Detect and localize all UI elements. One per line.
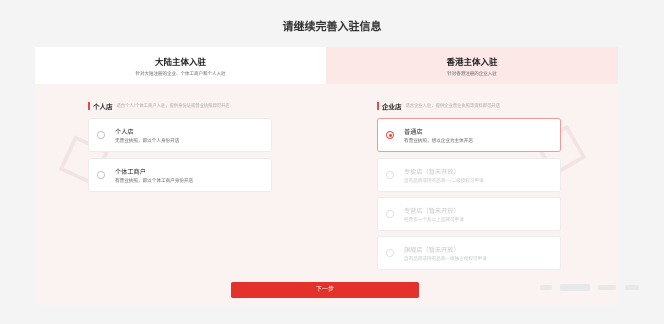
option-name: 普通店	[404, 129, 423, 136]
next-button[interactable]: 下一步	[231, 282, 419, 298]
option-name: 个人店	[115, 129, 134, 136]
page-title: 请继续完善入驻信息	[282, 20, 382, 33]
blur-block	[540, 285, 552, 290]
tab-mainland-subtitle: 针对大陆注册的企业、个体工商户和个人入驻	[135, 72, 226, 77]
option-desc: 经营多一个及以上品牌可申请	[404, 218, 464, 223]
blur-block	[598, 285, 616, 290]
option-name: 专卖店（暂未开放）	[404, 169, 460, 176]
personal-section-desc: 适合个人/个体工商户入驻，提供身份证或营业执照即可开店	[116, 104, 230, 109]
option-standard-store[interactable]: 普通店 有营业执照，想以企业为主体开店	[377, 118, 561, 152]
option-flagship-store: 旗舰店（暂未开放） 自有品牌或持有品牌一级独占授权可申请	[377, 236, 561, 270]
enterprise-section-title: 企业店	[382, 103, 402, 111]
option-desc: 无营业执照，即以个人身份开店	[115, 139, 180, 144]
tab-mainland-title: 大陆主体入驻	[154, 58, 206, 68]
option-name: 个体工商户	[115, 169, 146, 176]
personal-section-title: 个人店	[93, 103, 113, 111]
tab-mainland[interactable]: 大陆主体入驻 针对大陆注册的企业、个体工商户和个人入驻	[35, 47, 326, 84]
option-desc: 自有品牌或持有品牌一级独占授权可申请	[404, 257, 487, 262]
section-marker	[377, 102, 379, 110]
personal-section-header: 个人店 适合个人/个体工商户入驻，提供身份证或营业执照即可开店	[88, 101, 230, 111]
option-personal-store[interactable]: 个人店 无营业执照，即以个人身份开店	[88, 118, 272, 152]
section-marker	[88, 102, 90, 110]
tab-hongkong-subtitle: 针对香港注册的企业入驻	[447, 72, 497, 77]
blur-block	[625, 285, 639, 290]
enterprise-section-header: 企业店 适合企业入驻，提供企业营业执照等资料即可开店	[377, 101, 500, 111]
tab-hongkong[interactable]: 香港主体入驻 针对香港注册的企业入驻	[326, 47, 618, 84]
radio-icon[interactable]	[97, 171, 105, 179]
option-specialty-store: 专营店（暂未开放） 经营多一个及以上品牌可申请	[377, 197, 561, 231]
option-desc: 有营业执照，即以个体工商户身份开店	[115, 179, 194, 184]
radio-icon[interactable]	[97, 131, 105, 139]
option-individual-business[interactable]: 个体工商户 有营业执照，即以个体工商户身份开店	[88, 158, 272, 192]
option-desc: 有营业执照，想以企业为主体开店	[404, 139, 473, 144]
tab-hongkong-title: 香港主体入驻	[446, 58, 498, 68]
option-name: 旗舰店（暂未开放）	[404, 247, 460, 254]
radio-icon	[386, 210, 394, 218]
option-name: 专营店（暂未开放）	[404, 208, 460, 215]
option-exclusive-store: 专卖店（暂未开放） 自有品牌或持有品牌一/二级授权可申请	[377, 158, 561, 192]
radio-icon	[386, 171, 394, 179]
radio-icon	[386, 249, 394, 257]
enterprise-section-desc: 适合企业入驻，提供企业营业执照等资料即可开店	[405, 104, 501, 109]
option-desc: 自有品牌或持有品牌一/二级授权可申请	[404, 179, 484, 184]
blur-block	[560, 284, 590, 291]
radio-checked-icon[interactable]	[386, 131, 394, 139]
